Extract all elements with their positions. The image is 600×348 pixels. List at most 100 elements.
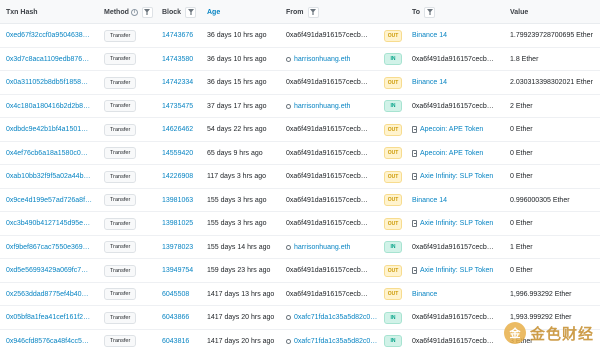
block-link[interactable]: 14559420 [162, 142, 202, 165]
direction-cell: IN [384, 95, 404, 118]
direction-badge: OUT [384, 29, 402, 42]
filter-icon[interactable] [424, 6, 436, 18]
header-age[interactable]: Age [207, 0, 220, 24]
to-address[interactable]: Binance 14 [412, 24, 504, 47]
block-link[interactable]: 14226908 [162, 165, 202, 188]
block-link[interactable]: 14626462 [162, 118, 202, 141]
block-link[interactable]: 14743676 [162, 24, 202, 47]
to-address[interactable]: Axie Infinity: SLP Token [412, 165, 504, 188]
header-txn-hash: Txn Hash [6, 8, 38, 16]
block-link[interactable]: 6045508 [162, 283, 202, 306]
block-link[interactable]: 14742334 [162, 71, 202, 94]
txn-hash-link[interactable]: 0xab10bb32f9f5a02a44b… [6, 165, 102, 188]
to-address[interactable]: Binance [412, 283, 504, 306]
value-cell: 0.996000305 Ether [510, 196, 570, 204]
from-address[interactable]: harrisonhuang.eth [286, 236, 380, 259]
filter-icon[interactable] [307, 6, 319, 18]
txn-hash-link[interactable]: 0x3d7c8aca1109edb876… [6, 48, 102, 71]
direction-badge: IN [384, 311, 402, 324]
method-cell: Transfer [104, 165, 144, 188]
value-cell: 1,996.993292 Ether [510, 290, 572, 298]
table-row: 0xab10bb32f9f5a02a44b… Transfer 14226908 11… [0, 165, 600, 189]
age-cell: 1417 days 20 hrs ago [207, 314, 275, 321]
table-row: 0xed67f32ccf0a9504638… Transfer 14743676 36… [0, 24, 600, 48]
block-link[interactable]: 13981025 [162, 212, 202, 235]
contract-doc-icon [412, 267, 417, 274]
method-badge: Transfer [104, 147, 137, 159]
from-address[interactable]: harrisonhuang.eth [286, 48, 380, 71]
txn-hash-link[interactable]: 0x2563ddad8775ef4b40… [6, 283, 102, 306]
direction-badge: OUT [384, 76, 402, 89]
txn-hash-link[interactable]: 0x4ef76cb6a18a1580c0… [6, 142, 102, 165]
value-cell: 0 Ether [510, 126, 533, 133]
header-to: To [412, 0, 436, 24]
to-address[interactable]: Axie Infinity: SLP Token [412, 212, 504, 235]
method-cell: Transfer [104, 24, 144, 47]
value-cell: 0 Ether [510, 173, 533, 180]
age-cell: 37 days 17 hrs ago [207, 102, 267, 110]
to-address[interactable]: Axie Infinity: SLP Token [412, 259, 504, 282]
to-address: 0xa6f491da916157cecb… [412, 243, 494, 251]
block-link[interactable]: 14735475 [162, 95, 202, 118]
to-address[interactable]: Apecoin: APE Token [412, 142, 504, 165]
txn-hash-link[interactable]: 0xdbdc9e42b1bf4a1501… [6, 118, 102, 141]
block-link[interactable]: 13981063 [162, 189, 202, 212]
filter-icon[interactable] [141, 6, 153, 18]
direction-cell: OUT [384, 71, 404, 94]
method-badge: Transfer [104, 311, 137, 324]
txn-hash-link[interactable]: 0xd5e56993429a069fc7… [6, 259, 102, 282]
age-cell: 155 days 3 hrs ago [207, 220, 267, 227]
to-address[interactable]: Binance 14 [412, 71, 504, 94]
from-address: 0xa6f491da916157cecb… [286, 290, 368, 298]
block-link[interactable]: 14743580 [162, 48, 202, 71]
block-link[interactable]: 13949754 [162, 259, 202, 282]
table-row: 0xd5e56993429a069fc7… Transfer 13949754 159… [0, 259, 600, 283]
txn-hash-link[interactable]: 0x9ce4d199e57ad726a8f… [6, 189, 102, 212]
direction-cell: OUT [384, 24, 404, 47]
from-address: 0xa6f491da916157cecb… [286, 79, 368, 86]
ens-link-icon [286, 103, 291, 109]
info-icon[interactable]: i [130, 8, 138, 16]
direction-badge: OUT [384, 194, 402, 206]
to-address: 0xa6f491da916157cecb… [412, 337, 494, 345]
from-address: 0xa6f491da916157cecb… [286, 196, 368, 204]
method-badge: Transfer [104, 29, 137, 42]
contract-doc-icon [412, 173, 417, 180]
age-cell: 155 days 14 hrs ago [207, 243, 271, 251]
txn-hash-link[interactable]: 0x0a311052b8db5f1858… [6, 71, 102, 94]
block-link[interactable]: 6043866 [162, 306, 202, 329]
txn-hash-link[interactable]: 0xed67f32ccf0a9504638… [6, 24, 102, 47]
from-address: 0xa6f491da916157cecb… [286, 149, 368, 157]
txn-hash-link[interactable]: 0x946cfd8576ca48f4cc5… [6, 330, 102, 348]
block-link[interactable]: 13978023 [162, 236, 202, 259]
txn-hash-link[interactable]: 0x05bf8a1fea41cef161f2… [6, 306, 102, 329]
header-from: From [286, 0, 319, 24]
age-cell: 36 days 15 hrs ago [207, 79, 267, 86]
age-cell: 155 days 3 hrs ago [207, 196, 267, 204]
to-address[interactable]: Apecoin: APE Token [412, 118, 504, 141]
method-badge: Transfer [104, 217, 137, 230]
direction-badge: OUT [384, 264, 402, 277]
from-address[interactable]: harrisonhuang.eth [286, 95, 380, 118]
age-cell: 117 days 3 hrs ago [207, 173, 267, 180]
direction-cell: OUT [384, 165, 404, 188]
header-method: Method i [104, 0, 153, 24]
txn-hash-link[interactable]: 0x4c180a180416b2d2b8… [6, 95, 102, 118]
from-address[interactable]: 0xafc71fda1c35a5d82c0… [286, 330, 380, 348]
direction-cell: OUT [384, 259, 404, 282]
direction-cell: OUT [384, 212, 404, 235]
filter-icon[interactable] [185, 6, 197, 18]
block-link[interactable]: 6043816 [162, 330, 202, 348]
watermark-text: 金色财经 [529, 325, 594, 343]
from-address[interactable]: 0xafc71fda1c35a5d82c0… [286, 306, 380, 329]
table-row: 0xc3b490b4127145d95e… Transfer 13981025 155… [0, 212, 600, 236]
method-badge: Transfer [104, 170, 137, 183]
direction-badge: IN [384, 241, 402, 253]
method-badge: Transfer [104, 264, 137, 277]
header-block: Block [162, 0, 197, 24]
txn-hash-link[interactable]: 0xf9bef867cac7550e369… [6, 236, 102, 259]
txn-hash-link[interactable]: 0xc3b490b4127145d95e… [6, 212, 102, 235]
to-address[interactable]: Binance 14 [412, 189, 504, 212]
direction-badge: IN [384, 100, 402, 112]
method-cell: Transfer [104, 95, 144, 118]
